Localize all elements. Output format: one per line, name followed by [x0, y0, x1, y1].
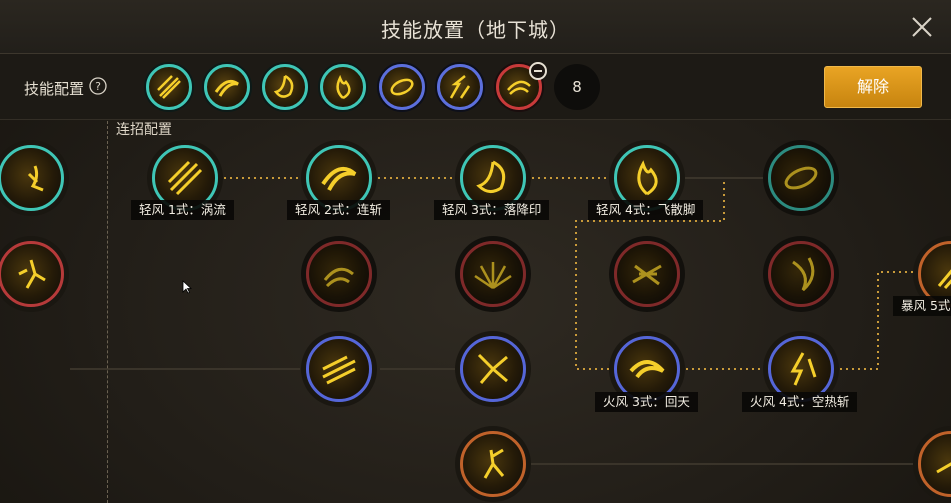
swirl-skill-icon	[476, 160, 506, 193]
skill-label-light-wind-3: 轻风 3式：落降印	[434, 200, 550, 220]
skill-config-label: 技能配置	[24, 80, 85, 98]
skill-slot-6[interactable]	[437, 64, 483, 110]
scatter-skill-icon	[477, 353, 508, 384]
skill-node-row3-1[interactable]	[306, 336, 372, 402]
storm-skill-icon	[937, 269, 951, 290]
release-button[interactable]: 解除	[824, 66, 922, 108]
skill-slot-5[interactable]	[379, 64, 425, 110]
flame-skill-icon	[637, 160, 658, 196]
remove-skill-icon[interactable]	[529, 62, 547, 80]
spin-skill-icon	[784, 166, 818, 190]
skill-slot-2[interactable]	[204, 64, 250, 110]
title-bar: 技能放置（地下城）	[0, 0, 951, 54]
close-icon[interactable]	[911, 16, 933, 38]
skill-slot-4[interactable]	[320, 64, 366, 110]
skill-node-row2-4[interactable]	[768, 241, 834, 307]
cross-slash-skill-icon	[632, 264, 662, 286]
skill-label-light-wind-1: 轻风 1式：涡流	[131, 200, 234, 220]
skill-node-left-2[interactable]	[0, 241, 64, 307]
skill-config-bar: 技能配置 ? 8 解除	[0, 54, 951, 120]
flame-skill-icon	[336, 74, 351, 100]
skill-node-row3-2[interactable]	[460, 336, 526, 402]
whirl-skill-icon	[214, 79, 239, 97]
swirl-skill-icon	[273, 74, 294, 98]
skill-node-row1-5[interactable]	[768, 145, 834, 211]
slash-skill-icon	[167, 160, 203, 196]
combo-config-label: 连招配置	[116, 122, 172, 138]
skill-label-fire-wind-4: 火风 4式：空热斩	[742, 392, 858, 412]
help-icon[interactable]: ?	[89, 77, 107, 95]
dancer-skill-icon	[483, 448, 505, 479]
kick-skill-icon	[18, 259, 46, 289]
skill-label-light-wind-2: 轻风 2式：连斩	[287, 200, 390, 220]
skill-node-row2-1[interactable]	[306, 241, 372, 307]
skill-count-slot: 8	[554, 64, 600, 110]
skill-node-row2-3[interactable]	[614, 241, 680, 307]
rush-skill-icon	[322, 355, 356, 385]
return-skill-icon	[629, 360, 665, 379]
skill-label-fire-wind-3: 火风 3式：回天	[595, 392, 698, 412]
skill-node-row4-1[interactable]	[460, 431, 526, 497]
skill-slot-3[interactable]	[262, 64, 308, 110]
skill-slot-1[interactable]	[146, 64, 192, 110]
skill-node-left-1[interactable]	[0, 145, 64, 211]
crescent-skill-icon	[792, 257, 815, 292]
edge-skill-icon	[936, 462, 951, 474]
spin-skill-icon	[390, 78, 414, 96]
svg-text:?: ?	[95, 80, 101, 93]
dash-skill-icon	[507, 80, 531, 95]
skill-node-row2-2[interactable]	[460, 241, 526, 307]
gust-skill-icon	[323, 267, 354, 288]
skill-label-storm-5: 暴风 5式	[893, 296, 951, 316]
strike-skill-icon	[449, 75, 471, 99]
window-title: 技能放置（地下城）	[381, 18, 570, 42]
burst-skill-icon	[474, 262, 512, 290]
skill-label-light-wind-4: 轻风 4式：飞散脚	[588, 200, 704, 220]
column-divider	[107, 121, 108, 503]
whirl-skill-icon	[321, 166, 357, 191]
air-slash-skill-icon	[790, 352, 817, 386]
mouse-cursor-icon	[182, 280, 192, 294]
sitting-skill-icon	[27, 165, 44, 192]
combo-tree: 连招配置 轻风 1式：涡流 轻风 2式：连斩 轻风 3式：落降印 轻风 4式：飞…	[0, 121, 951, 503]
slash-skill-icon	[157, 75, 181, 99]
